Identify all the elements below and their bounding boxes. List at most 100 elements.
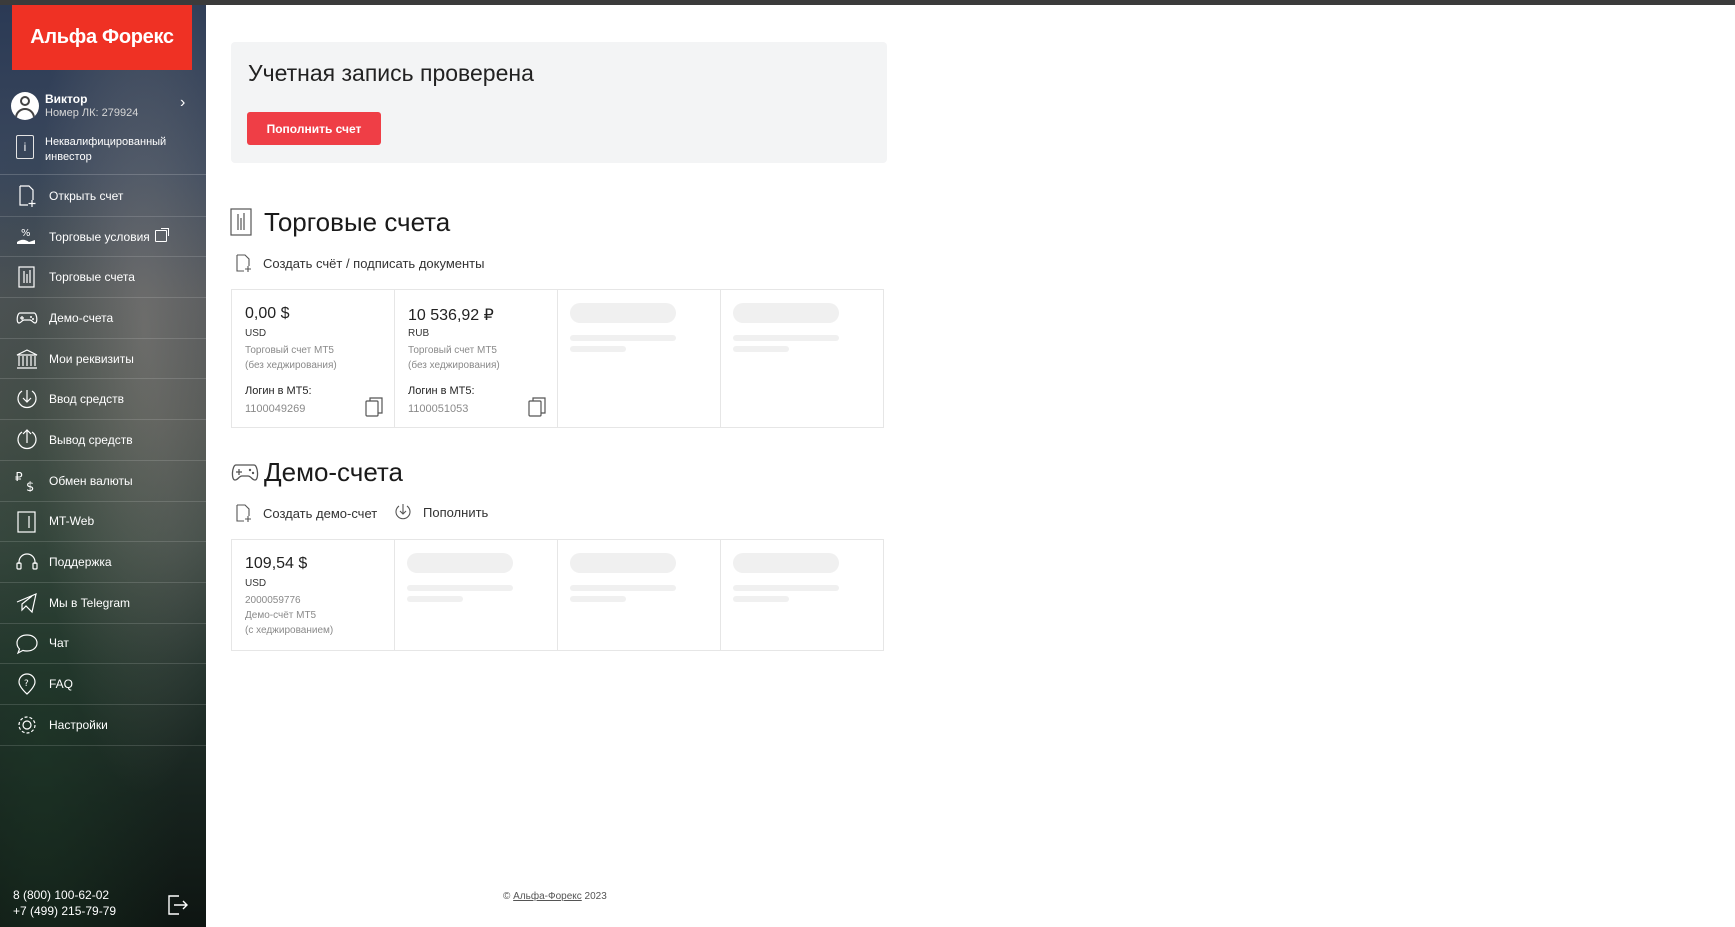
sidebar-item-mt-web[interactable]: MT-Web — [0, 502, 206, 543]
skeleton-line — [407, 585, 513, 591]
user-profile[interactable]: Виктор Номер ЛК: 279924 › — [0, 88, 206, 126]
demo-accounts-list: 109,54 $ USD 2000059776 Демо-счёт MT5 (с… — [231, 539, 884, 651]
faq-icon: ? — [18, 673, 36, 696]
sidebar-item-label: Торговые условия — [49, 229, 150, 244]
account-currency: USD — [245, 328, 267, 339]
account-balance: 109,54 $ — [245, 555, 308, 572]
deposit-icon — [17, 390, 37, 409]
user-name: Виктор — [45, 92, 88, 106]
phone-number[interactable]: +7 (499) 215-79-79 — [13, 903, 116, 919]
account-number: 2000059776 — [245, 595, 301, 606]
sidebar-item-settings[interactable]: Настройки — [0, 705, 206, 746]
investor-status-label: Неквалифицированный инвестор — [45, 136, 167, 163]
sidebar-item-withdraw[interactable]: Вывод средств — [0, 420, 206, 461]
skeleton-bar — [570, 303, 676, 323]
sidebar-item-label: FAQ — [49, 677, 74, 692]
account-currency: USD — [245, 578, 267, 589]
account-type: Демо-счёт MT5 — [245, 610, 317, 621]
sidebar-item-label: Вывод средств — [49, 432, 133, 447]
sidebar-item-label: Мы в Telegram — [49, 595, 131, 610]
login-value: 1100051053 — [408, 403, 469, 415]
skeleton-bar — [733, 303, 839, 323]
sidebar-item-demo-accounts[interactable]: Демо-счета — [0, 298, 206, 339]
account-mode: (с хеджированием) — [245, 625, 334, 636]
footer-brand-link[interactable]: Альфа-Форекс — [513, 891, 582, 902]
account-card-skeleton — [720, 539, 884, 651]
account-card-skeleton — [394, 539, 558, 651]
skeleton-line — [733, 335, 839, 341]
skeleton-bar — [733, 553, 839, 573]
deposit-icon — [395, 504, 411, 520]
copy-icon[interactable] — [528, 397, 546, 417]
account-card[interactable]: 0,00 $ USD Торговый счет MT5 (без хеджир… — [231, 289, 395, 428]
login-label: Логин в MT5: — [245, 385, 312, 397]
brand-logo[interactable]: Альфа Форекс — [12, 5, 192, 70]
avatar-icon — [11, 92, 39, 120]
gamepad-icon — [231, 464, 259, 481]
skeleton-line — [733, 346, 789, 352]
sidebar-item-support[interactable]: Поддержка — [0, 542, 206, 583]
sidebar-item-trading-accounts[interactable]: Торговые счета — [0, 257, 206, 299]
account-card[interactable]: 10 536,92 ₽ RUB Торговый счет MT5 (без х… — [394, 289, 558, 428]
sidebar-item-chat[interactable]: Чат — [0, 624, 206, 665]
top-up-button[interactable]: Пополнить счет — [247, 112, 381, 145]
new-document-icon — [236, 254, 251, 272]
sidebar-item-label: Чат — [49, 636, 69, 651]
sidebar-nav: Открыть счет % Торговые условия Торговые… — [0, 176, 206, 746]
sidebar: Альфа Форекс Виктор Номер ЛК: 279924 › i… — [0, 5, 206, 927]
copy-icon[interactable] — [365, 397, 383, 417]
sidebar-item-currency-exchange[interactable]: ₽ $ Обмен валюты — [0, 461, 206, 502]
verification-title: Учетная запись проверена — [248, 60, 534, 86]
copyright-year: 2023 — [584, 891, 607, 902]
account-currency: RUB — [408, 328, 430, 339]
sidebar-item-trading-conditions[interactable]: % Торговые условия — [0, 217, 206, 258]
verification-panel: Учетная запись проверена Пополнить счет — [231, 42, 887, 163]
mt-web-icon — [17, 510, 36, 533]
skeleton-line — [570, 596, 626, 602]
demo-accounts-title: Демо-счета — [264, 457, 403, 487]
headset-icon — [16, 553, 38, 570]
external-link-icon — [155, 227, 169, 242]
chevron-right-icon: › — [180, 94, 186, 111]
svg-text:$: $ — [26, 480, 34, 492]
sidebar-item-deposit[interactable]: Ввод средств — [0, 379, 206, 421]
account-card-skeleton — [557, 289, 721, 428]
account-card-skeleton — [720, 289, 884, 428]
sidebar-item-label: Ввод средств — [49, 392, 124, 407]
sidebar-item-label: Обмен валюты — [49, 473, 133, 488]
create-demo-label: Создать демо-счет — [263, 505, 378, 521]
skeleton-line — [570, 346, 626, 352]
investor-status[interactable]: i Неквалифицированный инвестор — [0, 129, 206, 175]
sidebar-item-label: Мои реквизиты — [49, 351, 134, 366]
demo-topup-label: Пополнить — [423, 504, 489, 520]
currency-exchange-icon: ₽$ — [15, 470, 34, 492]
account-mode: (без хеджирования) — [408, 360, 500, 371]
account-type: Торговый счет MT5 — [245, 345, 334, 356]
sidebar-item-telegram[interactable]: Мы в Telegram — [0, 583, 206, 624]
new-document-icon — [19, 185, 36, 207]
create-account-link[interactable]: Создать счёт / подписать документы — [234, 254, 484, 272]
account-mode: (без хеджирования) — [245, 360, 337, 371]
chart-document-icon — [18, 266, 35, 288]
chat-icon — [16, 633, 38, 654]
sidebar-item-open-account[interactable]: Открыть счет — [0, 176, 206, 217]
logout-icon[interactable] — [166, 894, 188, 916]
svg-text:%: % — [21, 228, 31, 239]
percent-hand-icon: % — [17, 228, 35, 244]
info-document-icon: i — [16, 135, 34, 159]
skeleton-bar — [570, 553, 676, 573]
sidebar-item-label: Настройки — [49, 717, 108, 732]
sidebar-item-label: Поддержка — [49, 555, 112, 570]
demo-topup-link[interactable]: Пополнить — [394, 503, 488, 521]
skeleton-line — [733, 585, 839, 591]
sidebar-item-faq[interactable]: ? FAQ — [0, 664, 206, 705]
phone-number[interactable]: 8 (800) 100-62-02 — [13, 887, 116, 903]
demo-account-card[interactable]: 109,54 $ USD 2000059776 Демо-счёт MT5 (с… — [231, 539, 395, 651]
account-balance: 0,00 $ — [245, 305, 290, 322]
skeleton-line — [570, 585, 676, 591]
skeleton-line — [570, 335, 676, 341]
new-document-icon — [236, 504, 251, 522]
create-demo-account-link[interactable]: Создать демо-счет — [234, 504, 377, 522]
gamepad-icon — [16, 312, 38, 324]
sidebar-item-requisites[interactable]: Мои реквизиты — [0, 339, 206, 380]
